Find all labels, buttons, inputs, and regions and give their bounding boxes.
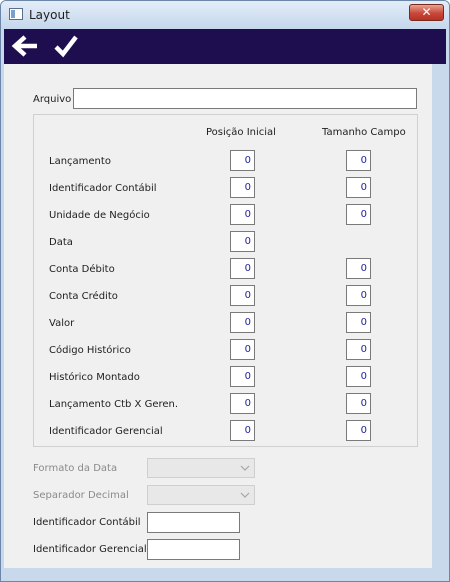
row-label-identificador-contabil: Identificador Contábil bbox=[49, 183, 157, 194]
ident-gerencial-label: Identificador Gerencial bbox=[33, 544, 147, 555]
tamanho-unidade-negocio-input[interactable]: 0 bbox=[346, 204, 371, 225]
tamanho-conta-credito-input[interactable]: 0 bbox=[346, 285, 371, 306]
tamanho-identificador-contabil-input[interactable]: 0 bbox=[346, 177, 371, 198]
arquivo-input[interactable] bbox=[73, 88, 417, 109]
form-panel: Arquivo Posição Inicial Tamanho Campo La… bbox=[4, 64, 432, 568]
ident-gerencial-input[interactable] bbox=[147, 539, 240, 560]
tamanho-lancamento-input[interactable]: 0 bbox=[346, 150, 371, 171]
arquivo-label: Arquivo bbox=[33, 94, 72, 105]
arrow-left-icon[interactable] bbox=[11, 33, 39, 59]
posicao-conta-credito-input[interactable]: 0 bbox=[230, 285, 255, 306]
tamanho-historico-montado-input[interactable]: 0 bbox=[346, 366, 371, 387]
posicao-codigo-historico-input[interactable]: 0 bbox=[230, 339, 255, 360]
chevron-down-icon bbox=[240, 492, 250, 498]
row-label-identificador-gerencial: Identificador Gerencial bbox=[49, 426, 163, 437]
tamanho-codigo-historico-input[interactable]: 0 bbox=[346, 339, 371, 360]
layout-window: Layout ✕ Arquivo Posição Inicial Tamanho… bbox=[0, 0, 450, 582]
tamanho-identificador-gerencial-input[interactable]: 0 bbox=[346, 420, 371, 441]
toolbar bbox=[4, 29, 446, 64]
window-frame-right bbox=[432, 64, 446, 568]
row-label-valor: Valor bbox=[49, 318, 75, 329]
posicao-conta-debito-input[interactable]: 0 bbox=[230, 258, 255, 279]
formato-data-select[interactable] bbox=[147, 458, 255, 478]
window-frame-bottom bbox=[4, 568, 446, 581]
posicao-identificador-contabil-input[interactable]: 0 bbox=[230, 177, 255, 198]
column-header-posicao: Posição Inicial bbox=[206, 127, 276, 138]
separador-decimal-label: Separador Decimal bbox=[33, 490, 129, 501]
close-button[interactable]: ✕ bbox=[409, 4, 444, 21]
tamanho-lancamento-ctb-geren-input[interactable]: 0 bbox=[346, 393, 371, 414]
posicao-unidade-negocio-input[interactable]: 0 bbox=[230, 204, 255, 225]
row-label-codigo-historico: Código Histórico bbox=[49, 345, 131, 356]
posicao-data-input[interactable]: 0 bbox=[230, 231, 255, 252]
formato-data-label: Formato da Data bbox=[33, 463, 118, 474]
row-label-conta-credito: Conta Crédito bbox=[49, 291, 118, 302]
row-label-conta-debito: Conta Débito bbox=[49, 264, 115, 275]
ident-contabil-label: Identificador Contábil bbox=[33, 517, 141, 528]
row-label-data: Data bbox=[49, 237, 73, 248]
chevron-down-icon bbox=[240, 465, 250, 471]
posicao-historico-montado-input[interactable]: 0 bbox=[230, 366, 255, 387]
row-label-lancamento: Lançamento bbox=[49, 156, 111, 167]
posicao-lancamento-input[interactable]: 0 bbox=[230, 150, 255, 171]
title-bar: Layout ✕ bbox=[1, 1, 449, 29]
checkmark-icon[interactable] bbox=[53, 33, 79, 59]
column-header-tamanho: Tamanho Campo bbox=[322, 127, 406, 138]
window-title: Layout bbox=[29, 8, 70, 22]
row-label-unidade-negocio: Unidade de Negócio bbox=[49, 210, 150, 221]
window-icon bbox=[9, 8, 23, 20]
separador-decimal-select[interactable] bbox=[147, 485, 255, 505]
row-label-historico-montado: Histórico Montado bbox=[49, 372, 140, 383]
posicao-lancamento-ctb-geren-input[interactable]: 0 bbox=[230, 393, 255, 414]
posicao-valor-input[interactable]: 0 bbox=[230, 312, 255, 333]
tamanho-valor-input[interactable]: 0 bbox=[346, 312, 371, 333]
posicao-identificador-gerencial-input[interactable]: 0 bbox=[230, 420, 255, 441]
tamanho-conta-debito-input[interactable]: 0 bbox=[346, 258, 371, 279]
ident-contabil-input[interactable] bbox=[147, 512, 240, 533]
row-label-lancamento-ctb-geren: Lançamento Ctb X Geren. bbox=[49, 399, 179, 410]
